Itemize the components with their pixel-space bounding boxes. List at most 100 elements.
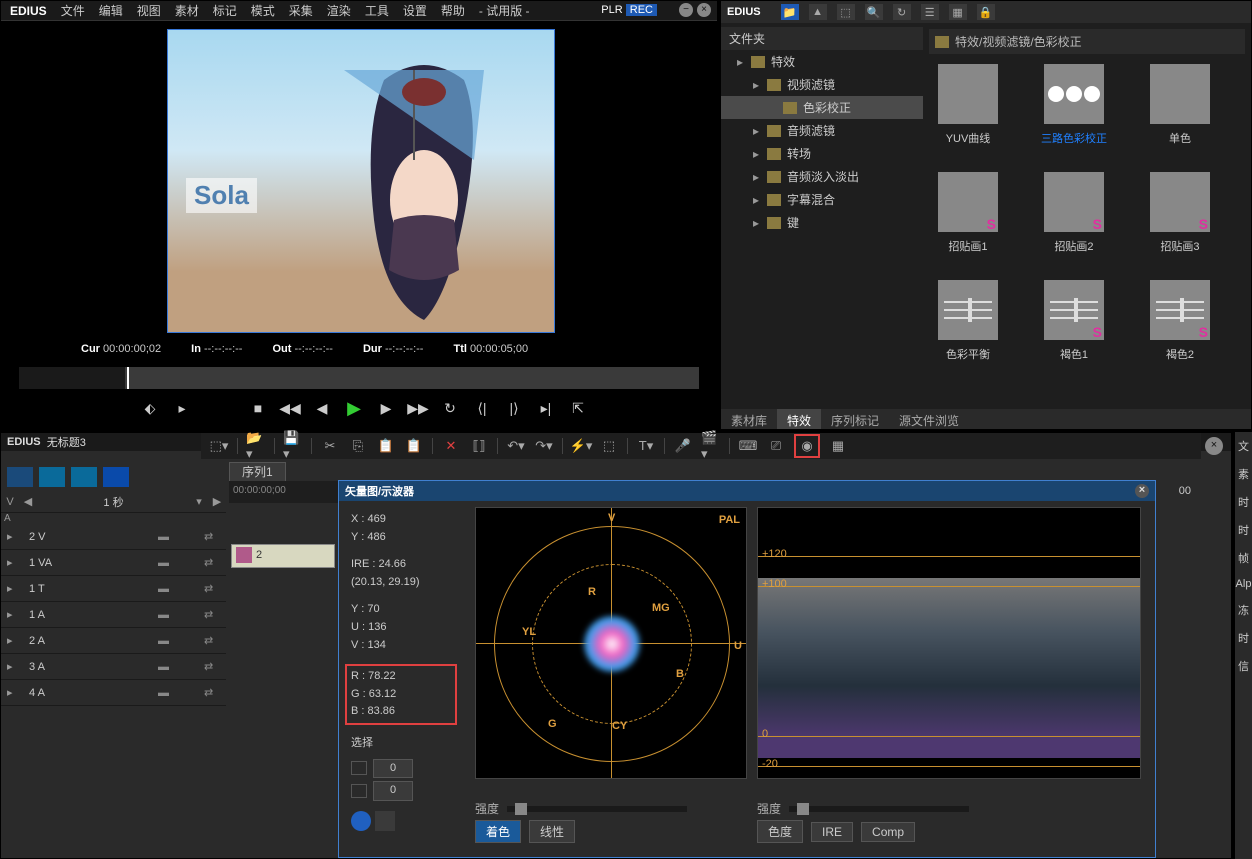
side-tab[interactable]: Alp <box>1235 572 1252 596</box>
chroma-button[interactable]: 色度 <box>757 820 803 843</box>
ffwd-icon[interactable]: ▶▶ <box>409 399 427 417</box>
step-fwd-icon[interactable]: ▶ <box>377 399 395 417</box>
keyboard-icon[interactable]: ⌨ <box>738 437 758 455</box>
timeline-close-icon[interactable]: × <box>1205 437 1223 455</box>
video-clip[interactable]: 2 <box>231 544 335 568</box>
sel-color-1[interactable] <box>351 784 367 798</box>
copy-icon[interactable]: ⎘ <box>348 437 368 455</box>
side-tab[interactable]: 时 <box>1235 624 1252 652</box>
side-tab[interactable]: 信 <box>1235 652 1252 680</box>
scrubber[interactable] <box>19 367 699 389</box>
track-header[interactable]: ▸3 A▬⇄ <box>1 654 226 680</box>
bin-tab[interactable]: 源文件浏览 <box>889 409 969 429</box>
prev-marker-icon[interactable]: ⬖ <box>141 399 159 417</box>
ripple-icon[interactable]: ⟦⟧ <box>469 437 489 455</box>
ire-button[interactable]: IRE <box>811 822 853 842</box>
mode-btn-3[interactable] <box>71 467 97 487</box>
side-tab[interactable]: 冻 <box>1235 596 1252 624</box>
side-tab[interactable]: 时 <box>1235 516 1252 544</box>
menu-capture[interactable]: 采集 <box>284 2 318 19</box>
cut-icon[interactable]: ✂ <box>320 437 340 455</box>
lock-icon[interactable]: 🔒 <box>977 4 995 20</box>
import-icon[interactable]: ⬚ <box>837 4 855 20</box>
bin-tab[interactable]: 序列标记 <box>821 409 889 429</box>
time-ruler[interactable]: 00:00:00;00 <box>229 481 339 503</box>
vscope-titlebar[interactable]: 矢量图/示波器 × <box>339 481 1155 501</box>
tree-item[interactable]: ▸字幕混合 <box>721 188 923 211</box>
mode-btn-2[interactable] <box>39 467 65 487</box>
menu-mode[interactable]: 模式 <box>246 2 280 19</box>
bin-tab[interactable]: 素材库 <box>721 409 777 429</box>
up-icon[interactable]: ▲ <box>809 4 827 20</box>
delete-icon[interactable]: ✕ <box>441 437 461 455</box>
layout-icon[interactable]: ▦ <box>828 437 848 455</box>
track-header[interactable]: ▸1 T▬⇄ <box>1 576 226 602</box>
menu-tools[interactable]: 工具 <box>360 2 394 19</box>
effect-thumb[interactable]: S褐色1 <box>1039 280 1109 362</box>
timeline-tracks[interactable]: 00:00:00;00 2 <box>229 481 339 851</box>
open-icon[interactable]: 📂▾ <box>246 437 266 455</box>
mixer-icon[interactable]: ⎚ <box>766 437 786 455</box>
menu-help[interactable]: 帮助 <box>436 2 470 19</box>
menu-clip[interactable]: 素材 <box>170 2 204 19</box>
trim-icon[interactable]: ⬚ <box>599 437 619 455</box>
side-tab[interactable]: 文 <box>1235 432 1252 460</box>
intensity-slider-r[interactable] <box>789 806 969 812</box>
menu-view[interactable]: 视图 <box>132 2 166 19</box>
title-icon[interactable]: T▾ <box>636 437 656 455</box>
close-icon[interactable]: × <box>697 3 711 17</box>
menu-settings[interactable]: 设置 <box>398 2 432 19</box>
undo-icon[interactable]: ↶▾ <box>506 437 526 455</box>
side-tab[interactable]: 时 <box>1235 488 1252 516</box>
save-icon[interactable]: 💾▾ <box>283 437 303 455</box>
side-tab[interactable]: 帧 <box>1235 544 1252 572</box>
mode-btn-1[interactable] <box>7 467 33 487</box>
track-header[interactable]: ▸4 A▬⇄ <box>1 680 226 706</box>
scrubber-playhead[interactable] <box>127 367 129 389</box>
search-icon[interactable]: 🔍 <box>865 4 883 20</box>
step-back-icon[interactable]: ◀ <box>313 399 331 417</box>
menu-file[interactable]: 文件 <box>56 2 90 19</box>
track-header[interactable]: ▸2 V▬⇄ <box>1 524 226 550</box>
sel-color-0[interactable] <box>351 761 367 775</box>
video-preview[interactable]: Sola <box>167 29 555 333</box>
redo-icon[interactable]: ↷▾ <box>534 437 554 455</box>
next-edit-icon[interactable]: ▸| <box>537 399 555 417</box>
tree-item[interactable]: ▸特效 <box>721 50 923 73</box>
rewind-icon[interactable]: ◀◀ <box>281 399 299 417</box>
track-header[interactable]: ▸1 A▬⇄ <box>1 602 226 628</box>
grid-icon[interactable]: ▦ <box>949 4 967 20</box>
razor-icon[interactable]: ⚡▾ <box>571 437 591 455</box>
menu-edit[interactable]: 编辑 <box>94 2 128 19</box>
effect-thumb[interactable]: S招贴画3 <box>1145 172 1215 254</box>
play-icon[interactable]: ▶ <box>345 399 363 417</box>
effect-thumb[interactable]: 色彩平衡 <box>933 280 1003 362</box>
time-scale[interactable]: 1 秒 <box>37 494 190 510</box>
tree-item[interactable]: ▸视频滤镜 <box>721 73 923 96</box>
effect-thumb[interactable]: 单色 <box>1145 64 1215 146</box>
tree-item[interactable]: 色彩校正 <box>721 96 923 119</box>
track-header[interactable]: ▸2 A▬⇄ <box>1 628 226 654</box>
minimize-icon[interactable]: − <box>679 3 693 17</box>
track-header[interactable]: ▸1 VA▬⇄ <box>1 550 226 576</box>
linear-button[interactable]: 线性 <box>529 820 575 843</box>
menu-marker[interactable]: 标记 <box>208 2 242 19</box>
side-tab[interactable]: 素 <box>1235 460 1252 488</box>
effect-thumb[interactable]: S招贴画2 <box>1039 172 1109 254</box>
sel-val-1[interactable]: 0 <box>373 781 413 801</box>
refresh-icon[interactable]: ↻ <box>893 4 911 20</box>
effect-thumb[interactable]: 三路色彩校正 <box>1039 64 1109 146</box>
vscope-close-icon[interactable]: × <box>1135 484 1149 498</box>
effect-thumb[interactable]: YUV曲线 <box>933 64 1003 146</box>
scope-mode-icon[interactable] <box>351 811 371 831</box>
stop-icon[interactable]: ■ <box>249 399 267 417</box>
bin-tab[interactable]: 特效 <box>777 409 821 429</box>
comp-button[interactable]: Comp <box>861 822 915 842</box>
tl-mode-icon[interactable]: ⬚▾ <box>209 437 229 455</box>
sequence-tab[interactable]: 序列1 <box>229 462 286 482</box>
paste-attr-icon[interactable]: 📋 <box>404 437 424 455</box>
in-point-icon[interactable]: ⟨| <box>473 399 491 417</box>
scope-grid-icon[interactable] <box>375 811 395 831</box>
effect-thumb[interactable]: S招贴画1 <box>933 172 1003 254</box>
vectorscope-button[interactable]: ◉ <box>794 434 820 458</box>
